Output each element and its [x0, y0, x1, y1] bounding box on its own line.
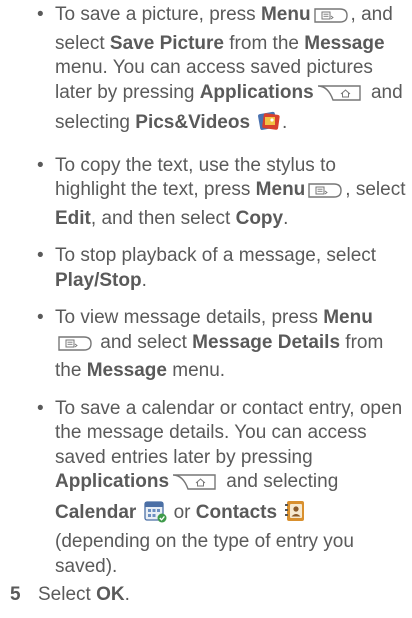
text: Select — [38, 584, 97, 605]
edit-label: Edit — [55, 207, 91, 229]
instruction-list: To save a picture, press Menu, and selec… — [0, 0, 412, 579]
message-details-label: Message Details — [192, 331, 341, 353]
menu-label: Menu — [260, 4, 311, 25]
play-stop-label: Play/Stop — [55, 269, 142, 291]
menu-key-icon — [307, 181, 343, 207]
list-item-save-picture: To save a picture, press Menu, and selec… — [0, 3, 412, 141]
text: . — [124, 584, 130, 605]
applications-key-icon — [171, 473, 219, 499]
step-number: 5 — [10, 584, 21, 605]
text: To save a calendar or contact entry, ope… — [55, 397, 403, 468]
menu-key-icon — [57, 334, 93, 360]
text: To stop playback of a message, select — [55, 245, 377, 266]
applications-label: Applications — [199, 81, 314, 103]
applications-label: Applications — [55, 471, 170, 492]
text: . — [282, 112, 288, 133]
text: To view message details, press — [55, 307, 324, 328]
list-item-stop-playback: To stop playback of a message, select Pl… — [0, 244, 412, 293]
pics-videos-label: Pics&Videos — [135, 112, 251, 133]
list-item-copy-text: To copy the text, use the stylus to high… — [0, 154, 412, 232]
text: and selecting — [221, 471, 339, 492]
calendar-label: Calendar — [55, 501, 137, 523]
message-label: Message — [86, 360, 167, 381]
text: and select — [95, 331, 193, 353]
text: , and then select — [90, 207, 236, 229]
text: (depending on the type of entry you save… — [55, 531, 354, 577]
text: or — [168, 501, 196, 523]
text: . — [283, 207, 289, 229]
contacts-icon — [283, 499, 309, 531]
save-picture-label: Save Picture — [109, 32, 224, 54]
list-item-save-entry: To save a calendar or contact entry, ope… — [0, 397, 412, 580]
ok-label: OK — [96, 584, 125, 605]
applications-key-icon — [316, 84, 364, 110]
contacts-label: Contacts — [195, 501, 278, 523]
text: , select — [345, 179, 406, 200]
text: from the — [224, 32, 305, 54]
text: To save a picture, press — [55, 4, 261, 25]
list-item-message-details: To view message details, press Menu and … — [0, 306, 412, 384]
copy-label: Copy — [235, 207, 284, 229]
text: menu. — [166, 360, 226, 381]
menu-label: Menu — [323, 307, 373, 328]
menu-label: Menu — [255, 179, 306, 200]
message-label: Message — [304, 32, 385, 54]
pics-videos-icon — [256, 109, 282, 141]
calendar-icon — [142, 499, 168, 531]
text: . — [141, 269, 147, 291]
menu-key-icon — [313, 6, 349, 32]
step-5: 5 Select OK. — [10, 583, 130, 607]
manual-page: To save a picture, press Menu, and selec… — [0, 0, 412, 618]
